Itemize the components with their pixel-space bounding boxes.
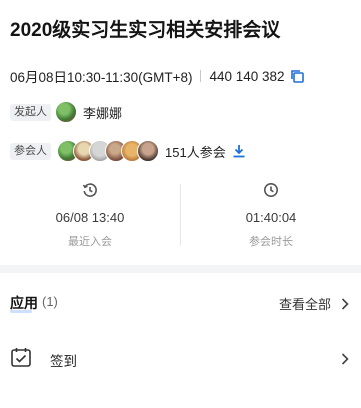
app-item-label: 签到 [50,354,77,369]
host-tag: 发起人 [10,103,51,121]
chevron-right-icon [341,352,349,365]
host-row: 发起人 李娜娜 [10,100,122,124]
host-name: 李娜娜 [83,105,123,121]
avatar [137,140,159,162]
apps-header: 应用 (1) 查看全部 [10,293,351,313]
last-join-value: 06/08 13:40 [55,210,125,225]
meeting-id: 440 140 382 [209,68,285,84]
chevron-right-icon[interactable] [341,297,349,310]
duration-label: 参会时长 [249,236,293,248]
meeting-datetime: 06月08日10:30-11:30(GMT+8) [10,70,193,85]
download-icon[interactable] [232,144,246,158]
duration-value: 01:40:04 [245,210,297,225]
stats-panel: 06/08 13:40 最近入会 01:40:04 参会时长 [0,178,361,254]
stat-last-join: 06/08 13:40 最近入会 [0,178,180,249]
app-item-checkin[interactable]: 签到 [10,344,351,372]
view-all-link[interactable]: 查看全部 [279,294,331,313]
last-join-label: 最近入会 [68,236,112,248]
host-avatar [55,101,77,123]
section-separator [0,265,361,273]
meeting-meta-row: 06月08日10:30-11:30(GMT+8) 440 140 382 [10,66,304,86]
stat-duration: 01:40:04 参会时长 [181,178,361,249]
attendee-count: 151人参会 [165,144,226,160]
meeting-title: 2020级实习生实习相关安排会议 [10,20,281,41]
attendees-tag: 参会人 [10,142,51,160]
meta-divider [200,70,202,82]
copy-icon[interactable] [290,69,304,83]
apps-title: 应用 [10,295,38,311]
apps-count: (1) [42,294,58,309]
clock-icon [263,182,279,198]
calendar-check-icon [10,346,32,368]
attendees-row: 参会人 151人参会 [10,139,246,163]
history-icon [82,182,98,198]
attendee-avatars[interactable] [57,140,159,162]
